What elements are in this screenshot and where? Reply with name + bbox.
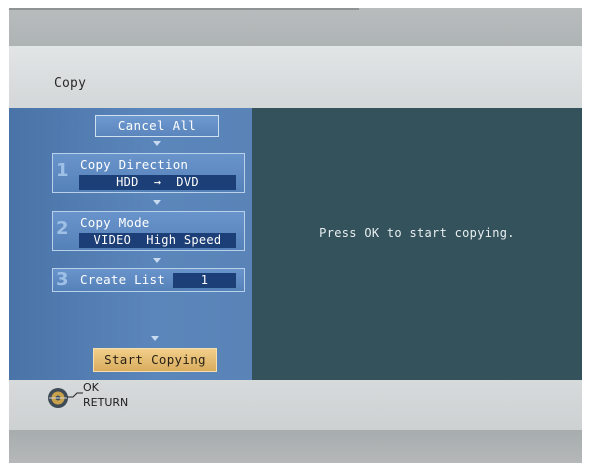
- copy-steps-panel: Cancel All 1 Copy Direction HDD → DVD 2 …: [9, 108, 252, 380]
- pointer-line-icon: [67, 392, 83, 398]
- select-disc-icon: [48, 388, 68, 408]
- tv-screen: Copy Cancel All 1 Copy Direction HDD → D…: [9, 8, 582, 463]
- copy-direction-value: HDD → DVD: [79, 175, 236, 190]
- step-copy-direction[interactable]: 1 Copy Direction HDD → DVD: [52, 153, 245, 193]
- step-label: Create List: [80, 272, 165, 287]
- start-copying-button[interactable]: Start Copying: [93, 348, 217, 372]
- footer-bar: OK RETURN: [9, 380, 582, 430]
- copy-mode-value: VIDEO High Speed: [79, 233, 236, 248]
- step-label: Copy Direction: [80, 157, 189, 172]
- step-number: 3: [56, 269, 69, 290]
- step-number: 1: [56, 160, 69, 181]
- bottom-band: [9, 430, 582, 463]
- step-label: Copy Mode: [80, 215, 150, 230]
- step-copy-mode[interactable]: 2 Copy Mode VIDEO High Speed: [52, 211, 245, 251]
- arrow-down-icon: [153, 141, 161, 146]
- cancel-all-button[interactable]: Cancel All: [95, 115, 219, 137]
- arrow-down-icon: [151, 336, 159, 341]
- arrow-down-icon: [153, 200, 161, 205]
- info-panel: Press OK to start copying.: [252, 108, 582, 380]
- step-create-list[interactable]: 3 Create List 1: [52, 268, 245, 292]
- step-number: 2: [56, 218, 69, 239]
- page-title: Copy: [54, 76, 87, 91]
- return-hint: RETURN: [83, 396, 129, 409]
- title-bar: Copy: [9, 46, 582, 108]
- arrow-down-icon: [153, 258, 161, 263]
- ok-hint: OK: [83, 381, 99, 394]
- top-band: [9, 8, 582, 46]
- instruction-message: Press OK to start copying.: [319, 226, 515, 240]
- create-list-value: 1: [173, 273, 236, 288]
- top-band-line: [9, 8, 359, 10]
